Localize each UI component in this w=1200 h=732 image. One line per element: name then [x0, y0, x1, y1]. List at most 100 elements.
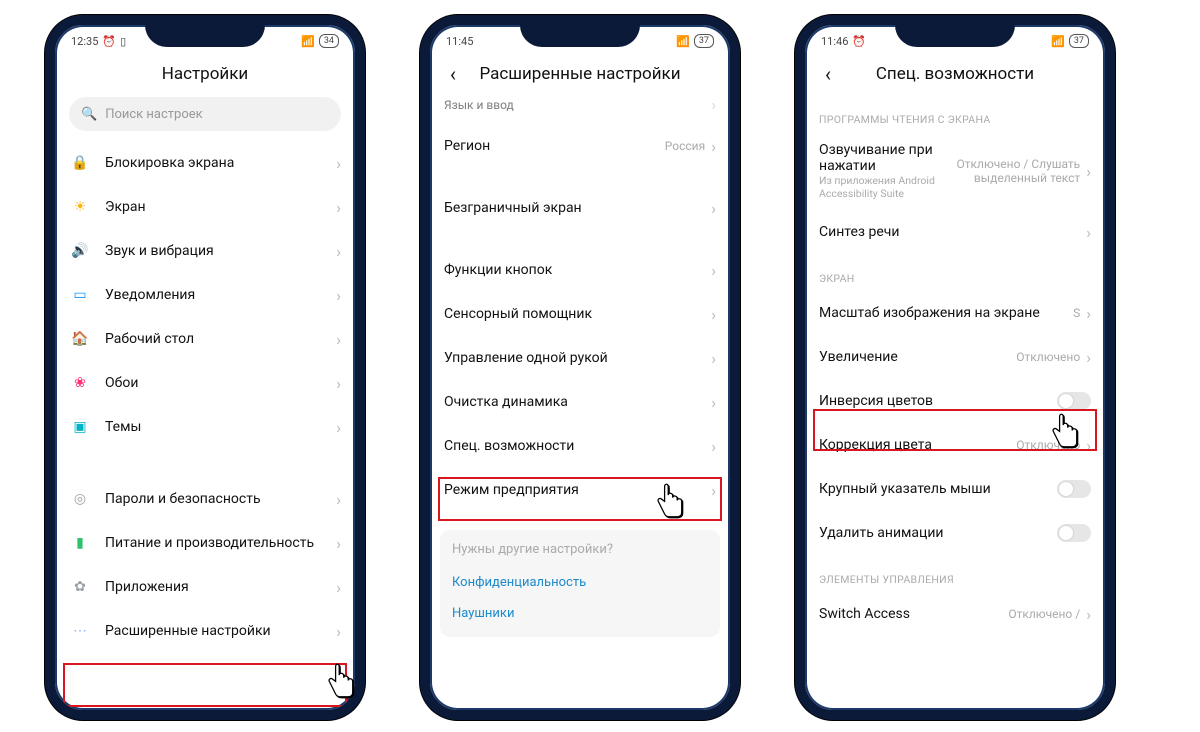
row-label: Рабочий стол [105, 331, 336, 347]
chevron-right-icon: › [336, 374, 341, 393]
search-icon: 🔍 [81, 107, 97, 122]
toggle-switch[interactable] [1057, 524, 1091, 542]
settings-row[interactable]: Инверсия цветов [805, 379, 1105, 423]
chevron-right-icon: › [1086, 348, 1091, 367]
battery-icon: 37 [1069, 34, 1089, 48]
row-label: Блокировка экрана [105, 155, 336, 171]
chevron-right-icon: › [336, 330, 341, 349]
settings-row[interactable]: ▮ Питание и производительность › [55, 521, 355, 565]
chevron-right-icon: › [336, 534, 341, 553]
section-header: ЭКРАН [805, 254, 1105, 291]
settings-row[interactable]: Озвучивание при нажатииИз приложения And… [805, 132, 1105, 210]
row-icon: ☀ [69, 196, 91, 218]
row-icon: ◎ [69, 488, 91, 510]
row-label: Расширенные настройки [105, 623, 336, 639]
row-label: Темы [105, 419, 336, 435]
settings-row[interactable]: Увеличение Отключено› [805, 335, 1105, 379]
chevron-right-icon: › [336, 418, 341, 437]
clock: 12:35 [71, 35, 98, 48]
settings-row[interactable]: Масштаб изображения на экране S › [805, 291, 1105, 335]
alarm-icon: ⏰ [102, 35, 116, 48]
row-label: Уведомления [105, 287, 336, 303]
row-label: Приложения [105, 579, 336, 595]
section-header: ЭЛЕМЕНТЫ УПРАВЛЕНИЯ [805, 555, 1105, 592]
settings-row[interactable]: 🏠 Рабочий стол › [55, 317, 355, 361]
settings-row[interactable]: Switch Access Отключено /› [805, 592, 1105, 636]
signal-icon: 📶 [301, 35, 315, 48]
settings-row[interactable]: ✿ Приложения › [55, 565, 355, 609]
row-icon: ✿ [69, 576, 91, 598]
link-headphones[interactable]: Наушники [452, 598, 708, 629]
settings-row[interactable]: Коррекция цвета Отключено› [805, 423, 1105, 467]
chevron-right-icon: › [711, 261, 716, 280]
row-value: Отключено [1016, 438, 1080, 452]
row-label: Регион [444, 138, 665, 154]
row-label: Режим предприятия [444, 482, 711, 498]
settings-row[interactable]: ☀ Экран › [55, 185, 355, 229]
row-icon: ⋯ [69, 620, 91, 642]
signal-icon: 📶 [1051, 35, 1065, 48]
row-label: Switch Access [819, 606, 1008, 622]
phone-3-accessibility: 11:46 ⏰ 📶37 ‹ Спец. возможности ПРОГРАММ… [795, 15, 1115, 720]
row-label: Синтез речи [819, 224, 1086, 240]
row-label: Пароли и безопасность [105, 491, 336, 507]
row-label: Звук и вибрация [105, 243, 336, 259]
chevron-right-icon: › [711, 199, 716, 218]
back-button[interactable]: ‹ [817, 63, 839, 85]
page-title: ‹ Расширенные настройки [430, 53, 730, 95]
toggle-switch[interactable] [1057, 480, 1091, 498]
settings-row[interactable]: Крупный указатель мыши [805, 467, 1105, 511]
settings-row[interactable]: ▭ Уведомления › [55, 273, 355, 317]
back-button[interactable]: ‹ [442, 63, 464, 85]
search-input[interactable]: 🔍 Поиск настроек [69, 97, 341, 131]
settings-row[interactable]: ◎ Пароли и безопасность › [55, 477, 355, 521]
row-icon: 🏠 [69, 328, 91, 350]
alarm-icon: ⏰ [852, 35, 866, 48]
phone-2-advanced: 11:45 📶37 ‹ Расширенные настройки Язык и… [420, 15, 740, 720]
row-icon: ▣ [69, 416, 91, 438]
settings-row[interactable]: 🔒 Блокировка экрана › [55, 141, 355, 185]
row-label: Обои [105, 375, 336, 391]
search-placeholder: Поиск настроек [105, 107, 203, 122]
chevron-right-icon: › [711, 349, 716, 368]
chevron-right-icon: › [1086, 605, 1091, 624]
settings-row[interactable]: Спец. возможности › [430, 424, 730, 468]
row-label: Озвучивание при нажатии [819, 142, 950, 174]
settings-row[interactable]: Режим предприятия › [430, 468, 730, 512]
settings-row[interactable]: ⋯ Расширенные настройки › [55, 609, 355, 653]
settings-row[interactable]: Синтез речи › [805, 210, 1105, 254]
settings-row[interactable]: Функции кнопок › [430, 248, 730, 292]
book-icon: ▯ [120, 35, 126, 48]
row-value: S [1073, 306, 1080, 320]
settings-row[interactable]: Регион Россия › [430, 124, 730, 168]
row-label: Масштаб изображения на экране [819, 305, 1073, 321]
link-privacy[interactable]: Конфиденциальность [452, 567, 708, 598]
section-header: ПРОГРАММЫ ЧТЕНИЯ С ЭКРАНА [805, 95, 1105, 132]
footer-card: Нужны другие настройки? Конфиденциальнос… [440, 530, 720, 637]
settings-row[interactable]: Безграничный экран › [430, 186, 730, 230]
chevron-right-icon: › [1086, 436, 1091, 455]
settings-row[interactable]: Очистка динамика › [430, 380, 730, 424]
settings-row[interactable]: Сенсорный помощник › [430, 292, 730, 336]
row-icon: 🔒 [69, 152, 91, 174]
settings-row[interactable]: Удалить анимации [805, 511, 1105, 555]
row-icon: 🔊 [69, 240, 91, 262]
row-label: Сенсорный помощник [444, 306, 711, 322]
settings-row[interactable]: Управление одной рукой › [430, 336, 730, 380]
chevron-right-icon: › [711, 393, 716, 412]
row-value: Отключено / Слушать выделенный текст [950, 157, 1080, 185]
toggle-switch[interactable] [1057, 392, 1091, 410]
settings-row[interactable]: Язык и ввод› [430, 95, 730, 124]
chevron-right-icon: › [336, 198, 341, 217]
settings-row[interactable]: ▣ Темы › [55, 405, 355, 449]
page-title: Настройки [55, 53, 355, 95]
row-value: Россия [665, 139, 705, 153]
clock: 11:46 [821, 35, 848, 48]
row-label: Увеличение [819, 349, 1016, 365]
settings-row[interactable]: 🔊 Звук и вибрация › [55, 229, 355, 273]
chevron-right-icon: › [1086, 223, 1091, 242]
chevron-right-icon: › [1086, 304, 1091, 323]
footer-question: Нужны другие настройки? [452, 542, 708, 557]
settings-row[interactable]: ❀ Обои › [55, 361, 355, 405]
chevron-right-icon: › [711, 137, 716, 156]
